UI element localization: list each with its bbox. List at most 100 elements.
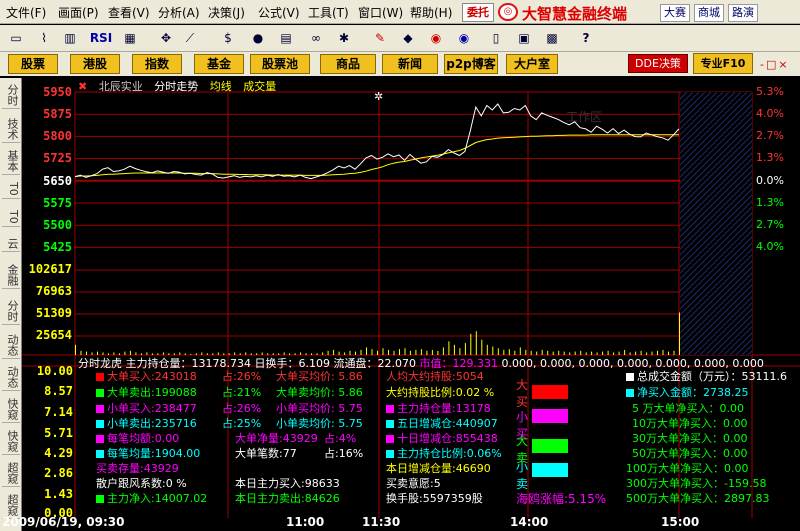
small-sell-out: 小单卖出:235716 <box>96 415 197 431</box>
big-buy-vlabel: 大买 <box>516 378 529 409</box>
price-label: 5425 <box>43 240 72 254</box>
entrust-button[interactable]: 委托 <box>462 3 494 22</box>
nav-index[interactable]: 指数 <box>132 54 182 74</box>
move-icon[interactable]: ✥ <box>156 29 176 47</box>
chart-edit-icon[interactable]: ✎ <box>370 29 390 47</box>
big-count-pct: 占:16% <box>324 447 364 460</box>
time-1500: 15:00 <box>661 515 700 529</box>
hatch-line <box>680 92 694 106</box>
settings-gear-icon[interactable]: ✲ <box>374 90 383 103</box>
volume-bar <box>442 347 444 355</box>
site-roadshow[interactable]: 路演 <box>728 4 758 22</box>
volume-bar <box>519 347 521 355</box>
binoculars-icon[interactable]: ∞ <box>306 29 326 47</box>
menu-tools[interactable]: 工具(T) <box>308 4 349 21</box>
net-buy-amount: 净买入金额：2738.25 <box>626 384 749 400</box>
nav-hk-stocks[interactable]: 港股 <box>70 54 120 74</box>
menu-decision[interactable]: 决策(J) <box>208 4 245 21</box>
alarm-icon[interactable]: ✱ <box>334 29 354 47</box>
nav-news[interactable]: 新闻 <box>382 54 438 74</box>
level-label: 5.71 <box>44 426 73 440</box>
time-1400: 14:00 <box>510 515 549 529</box>
avg-label[interactable]: 均线 <box>210 80 232 93</box>
net-buy-500w: 500万大单净买入：2897.83 <box>626 492 770 505</box>
grid-icon[interactable]: ▤ <box>276 29 296 47</box>
today-change: 本日增减仓量:46690 <box>386 462 491 475</box>
volume-bar <box>497 348 499 355</box>
brand-title: 大智慧金融终端 <box>522 5 628 23</box>
rsi-icon[interactable]: RSI <box>88 29 114 47</box>
open-folder-icon[interactable]: ▭ <box>6 29 26 47</box>
news-icon[interactable]: ▣ <box>514 29 534 47</box>
price-label: 5725 <box>43 151 72 165</box>
dde-decision-button[interactable]: DDE决策 <box>628 54 688 73</box>
lights-icon[interactable]: ● <box>248 29 268 47</box>
menu-analysis[interactable]: 分析(A) <box>158 4 200 21</box>
menu-window[interactable]: 窗口(W) <box>358 4 403 21</box>
nav-vip-room[interactable]: 大户室 <box>506 54 558 74</box>
toolbar: ▭ ⌇ ▥ RSI ▦ ✥ ⟋ $ ● ▤ ∞ ✱ ✎ ◆ ◉ ◉ ▯ ▣ ▩ … <box>0 25 800 52</box>
ten-day-change: 十日增减仓:855438 <box>386 430 498 446</box>
price-label: 5800 <box>43 129 72 143</box>
time-start: 2009/06/19, 09:30 <box>2 515 125 529</box>
site-contest[interactable]: 大赛 <box>660 4 690 22</box>
menu-view-screen[interactable]: 画面(P) <box>58 4 99 21</box>
volume-bar <box>366 347 367 355</box>
gift-icon[interactable]: ▩ <box>542 29 562 47</box>
table-icon[interactable]: ▦ <box>120 29 140 47</box>
red-globe-icon[interactable]: ◉ <box>426 29 446 47</box>
hatch-line <box>680 92 700 112</box>
stock-marker-icon: ✖ <box>78 80 88 93</box>
kline-icon[interactable]: ▥ <box>60 29 80 47</box>
price-label-base: 5650 <box>43 174 72 188</box>
menu-file[interactable]: 文件(F) <box>6 4 46 21</box>
diamond-icon[interactable]: ◆ <box>398 29 418 47</box>
menu-formula[interactable]: 公式(V) <box>258 4 300 21</box>
small-sell-vlabel: 小卖 <box>516 460 529 491</box>
volume-label: 51309 <box>35 306 72 320</box>
mode-label[interactable]: 分时走势 <box>154 80 198 93</box>
pct-label: 4.0% <box>756 240 784 253</box>
window-controls[interactable]: -□× <box>760 58 790 71</box>
book-icon[interactable]: ▯ <box>486 29 506 47</box>
nav-stocks[interactable]: 股票 <box>8 54 58 74</box>
volume-bar <box>464 343 466 355</box>
level-label: 1.43 <box>44 487 73 501</box>
nav-p2p-blog[interactable]: p2p博客 <box>444 54 498 74</box>
volume-bar <box>459 348 461 355</box>
menu-help[interactable]: 帮助(H) <box>410 4 452 21</box>
net-buy-100w: 100万大单净买入：0.00 <box>626 462 749 475</box>
line-chart-icon[interactable]: ⌇ <box>34 29 54 47</box>
big-net-pct: 占:4% <box>324 432 357 445</box>
help-cursor-icon[interactable]: ? <box>576 29 596 47</box>
volume-label: 25654 <box>35 328 72 342</box>
dollar-icon[interactable]: $ <box>218 29 238 47</box>
price-line <box>74 103 680 180</box>
pct-big-sell: 占:21% <box>222 386 262 399</box>
main-net-in: 主力净入:14007.02 <box>96 490 207 506</box>
blue-globe-icon[interactable]: ◉ <box>454 29 474 47</box>
hatch-line <box>680 92 706 118</box>
pct-small-buy: 占:26% <box>222 402 262 415</box>
hatch-line <box>412 92 675 355</box>
avg-holding: 人均大约持股:5054 <box>386 370 484 383</box>
volume-bar <box>481 339 483 355</box>
volume-bar <box>75 344 76 355</box>
ruler-icon[interactable]: ⟋ <box>180 29 200 47</box>
net-buy-50w: 50万大单净买入：0.00 <box>632 447 748 460</box>
nav-commodity[interactable]: 商品 <box>320 54 376 74</box>
volume-label[interactable]: 成交量 <box>243 80 276 93</box>
pro-f10-button[interactable]: 专业F10 <box>693 53 753 74</box>
site-mall[interactable]: 商城 <box>694 4 724 22</box>
stock-name: 北辰实业 <box>98 80 143 93</box>
volume-bar <box>679 312 680 355</box>
volume-bar <box>448 341 450 355</box>
nav-stock-pool[interactable]: 股票池 <box>250 54 310 74</box>
menu-bar: 文件(F) 画面(P) 查看(V) 分析(A) 决策(J) 公式(V) 工具(T… <box>0 0 800 24</box>
volume-bar <box>492 346 494 355</box>
pct-label: 2.7% <box>756 218 784 231</box>
menu-look[interactable]: 查看(V) <box>108 4 150 21</box>
pct-label-base: 0.0% <box>756 174 784 187</box>
big-buy-in: 大单买入:243018 <box>96 368 197 384</box>
nav-fund[interactable]: 基金 <box>194 54 244 74</box>
